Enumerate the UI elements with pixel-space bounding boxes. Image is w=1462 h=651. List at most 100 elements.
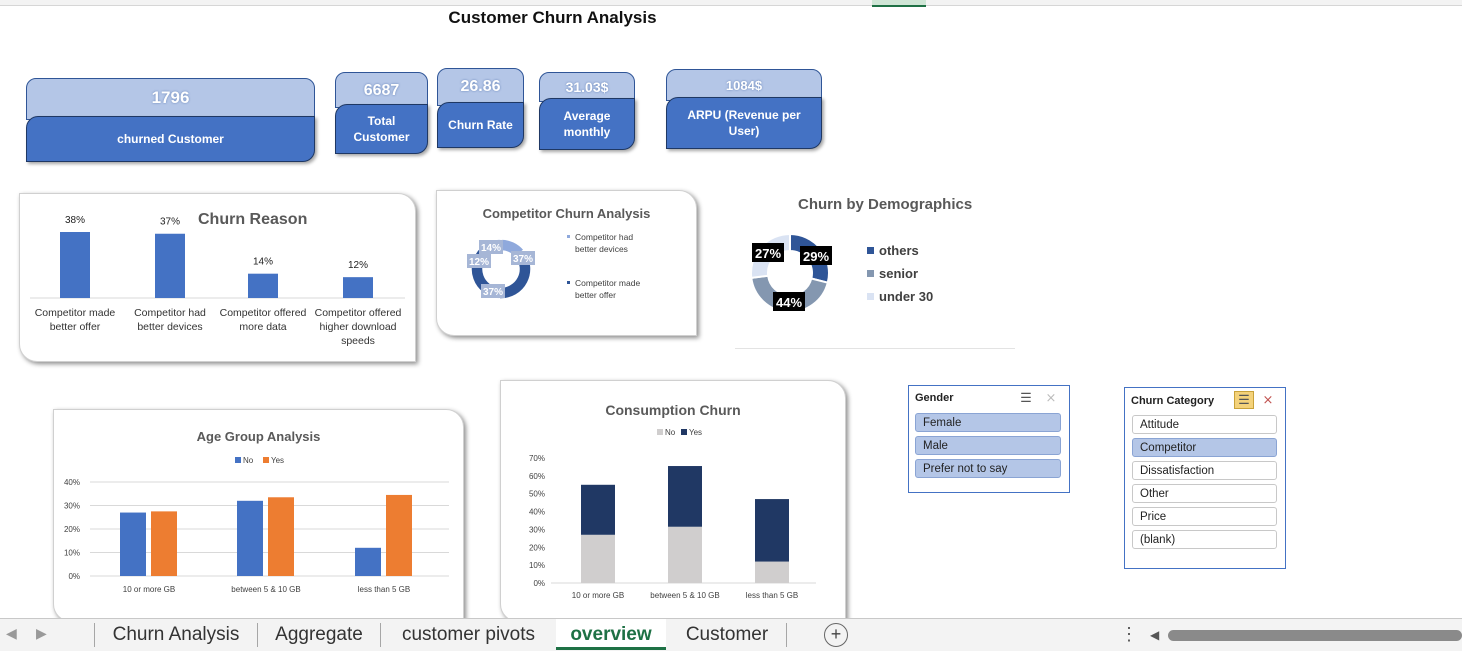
y-tick-label: 60% (529, 472, 545, 481)
slicer-item-attitude[interactable]: Attitude (1132, 415, 1277, 434)
slicer-item-competitor[interactable]: Competitor (1132, 438, 1277, 457)
kpi-average-monthly[interactable]: 31.03$ Average monthly (539, 72, 635, 150)
bar-segment (755, 499, 789, 562)
competitor-churn-card[interactable]: Competitor Churn Analysis 14% 37% 37% 12% Co… (436, 190, 697, 336)
category-label: Competitor offered (315, 307, 402, 319)
tab-customer-pivots[interactable]: customer pivots (382, 619, 555, 650)
kpi-value: 26.86 (437, 68, 524, 106)
bar (248, 273, 278, 298)
legend-marker (263, 457, 269, 463)
kpi-value: 1796 (26, 78, 315, 120)
legend-label: senior (879, 266, 918, 281)
churn-category-slicer[interactable]: Churn Category ☰ ⨯ Attitude Competitor D… (1124, 387, 1286, 569)
kpi-churned-customer[interactable]: 1796 churned Customer (26, 78, 315, 162)
scroll-left-icon[interactable]: ◀ (6, 625, 17, 642)
y-tick-label: 30% (64, 502, 80, 511)
tab-aggregate[interactable]: Aggregate (259, 619, 379, 650)
legend-label: Competitor made (575, 278, 640, 288)
category-label: Competitor offered (220, 307, 307, 319)
scroll-right-icon[interactable]: ▶ (36, 625, 47, 642)
column-header-strip (0, 0, 1462, 7)
data-label: 44% (776, 295, 802, 310)
y-tick-label: 20% (529, 543, 545, 552)
y-tick-label: 10% (64, 549, 80, 558)
consumption-churn-chart: 70% 60% 50% 40% 30% 20% 10% 0% 10 or more GB betw… (529, 428, 816, 600)
category-label: between 5 & 10 GB (650, 591, 719, 600)
clear-filter-icon[interactable]: ⨯ (1259, 392, 1277, 408)
bar (60, 232, 90, 298)
consumption-churn-card[interactable]: Consumption Churn 70% 60% 50% 40% 30% 20% 10% 0… (500, 380, 846, 622)
y-tick-label: 0% (68, 572, 80, 581)
kpi-arpu[interactable]: 1084$ ARPU (Revenue per User) (666, 69, 822, 149)
add-sheet-button[interactable]: + (824, 623, 848, 647)
clear-filter-icon[interactable]: ⨯ (1042, 390, 1060, 406)
scroll-left-arrow-icon[interactable]: ◀ (1150, 628, 1159, 642)
horizontal-scrollbar[interactable] (1168, 630, 1462, 641)
legend-marker (235, 457, 241, 463)
y-tick-label: 50% (529, 490, 545, 499)
category-label: between 5 & 10 GB (231, 585, 300, 594)
age-group-card[interactable]: Age Group Analysis 40% 30% 20% 10% 0% 10 or m… (53, 409, 464, 622)
category-label: 10 or more GB (572, 591, 624, 600)
tab-customer[interactable]: Customer (668, 619, 786, 650)
data-label: 29% (803, 249, 829, 264)
kpi-churn-rate[interactable]: 26.86 Churn Rate (437, 68, 524, 148)
legend-marker (867, 293, 874, 300)
legend-label: No (665, 428, 676, 437)
bar (355, 547, 381, 576)
data-label: 37% (513, 254, 533, 265)
multi-select-icon[interactable]: ☰ (1017, 390, 1035, 406)
bar (268, 497, 294, 576)
y-tick-label: 30% (529, 525, 545, 534)
slicer-item-female[interactable]: Female (915, 413, 1061, 432)
legend-label: better devices (575, 244, 628, 254)
legend-marker (867, 270, 874, 277)
data-label: 37% (483, 287, 503, 298)
churn-reason-card[interactable]: Churn Reason 38% Competitor made better of… (19, 193, 416, 362)
legend-label: Competitor had (575, 232, 633, 242)
kpi-total-customer[interactable]: 6687 Total Customer (335, 72, 428, 154)
slicer-header: Churn Category (1131, 395, 1215, 407)
slicer-item-blank[interactable]: (blank) (1132, 530, 1277, 549)
legend-label: Yes (689, 428, 702, 437)
legend-label: Yes (271, 456, 284, 465)
y-tick-label: 70% (529, 454, 545, 463)
category-label: better devices (137, 321, 202, 333)
category-label: less than 5 GB (358, 585, 410, 594)
gender-slicer[interactable]: Gender ☰ ⨯ Female Male Prefer not to say (908, 385, 1070, 493)
slicer-item-male[interactable]: Male (915, 436, 1061, 455)
bar-segment (581, 484, 615, 535)
dashboard-title: Customer Churn Analysis (448, 8, 657, 27)
slicer-item-price[interactable]: Price (1132, 507, 1277, 526)
multi-select-icon[interactable]: ☰ (1234, 391, 1254, 409)
category-label: less than 5 GB (746, 591, 798, 600)
category-label: higher download (319, 321, 396, 333)
y-tick-label: 10% (529, 561, 545, 570)
demographics-panel[interactable]: Churn by Demographics 29% 44% 27% others sen… (735, 190, 1015, 349)
data-label: 14% (481, 243, 501, 254)
data-label: 38% (65, 215, 85, 226)
tab-overview[interactable]: overview (556, 619, 666, 650)
tab-churn-analysis[interactable]: Churn Analysis (96, 619, 256, 650)
data-label: 12% (469, 257, 489, 268)
slicer-item-other[interactable]: Other (1132, 484, 1277, 503)
y-tick-label: 20% (64, 525, 80, 534)
slicer-item-prefer-not-to-say[interactable]: Prefer not to say (915, 459, 1061, 478)
competitor-donut-chart: 14% 37% 37% 12% Competitor had better devices… (467, 232, 640, 300)
data-label: 27% (755, 246, 781, 261)
data-label: 14% (253, 257, 273, 268)
more-options-icon[interactable]: ⋮ (1120, 624, 1138, 645)
legend-label: under 30 (879, 289, 933, 304)
bar (386, 494, 412, 576)
category-label: Competitor had (134, 307, 206, 319)
legend-marker (657, 429, 663, 435)
y-tick-label: 40% (529, 508, 545, 517)
bar (151, 511, 177, 576)
legend-marker (867, 247, 874, 254)
y-tick-label: 40% (64, 478, 80, 487)
slicer-item-dissatisfaction[interactable]: Dissatisfaction (1132, 461, 1277, 480)
bar-segment (668, 526, 702, 583)
bar (155, 233, 185, 298)
category-label: 10 or more GB (123, 585, 175, 594)
category-label: better offer (50, 321, 101, 333)
